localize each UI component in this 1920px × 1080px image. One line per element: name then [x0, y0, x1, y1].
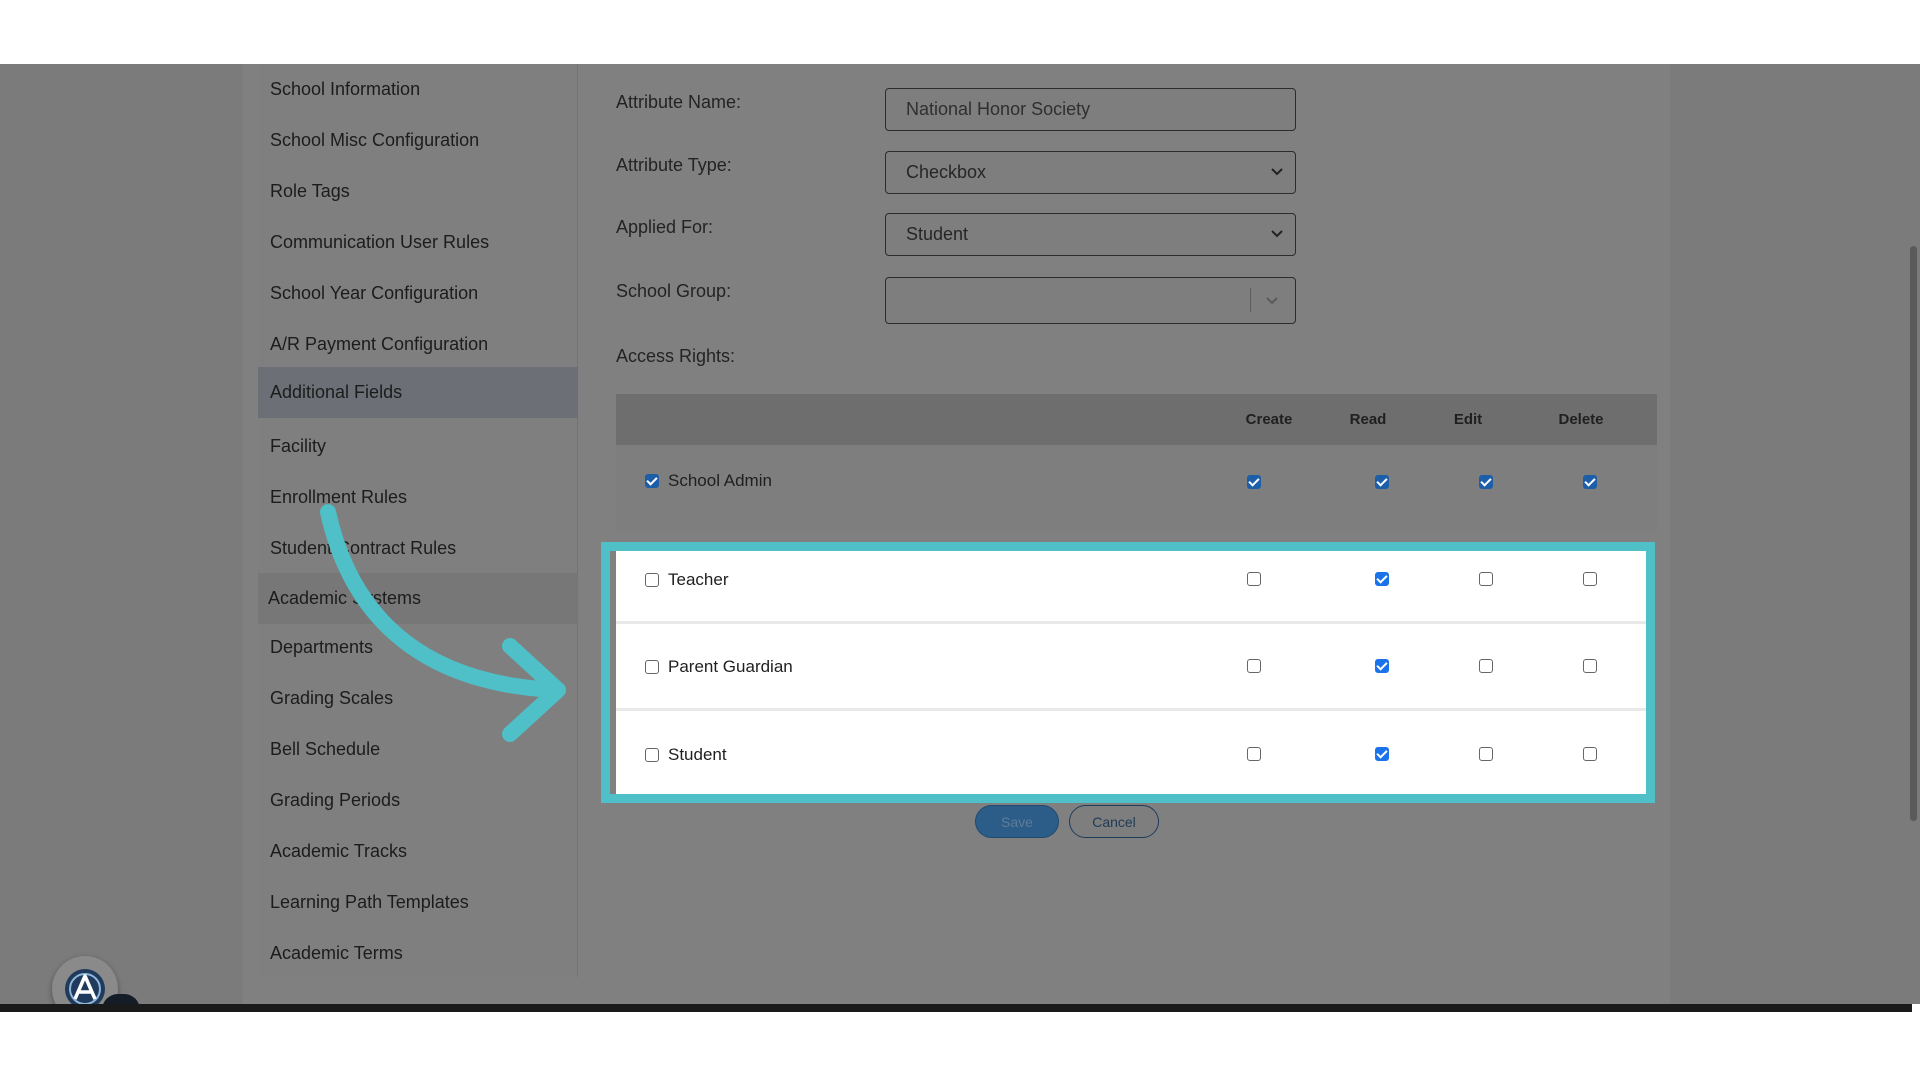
role-select-checkbox[interactable]	[645, 474, 659, 488]
column-header-edit: Edit	[1453, 411, 1483, 428]
combobox-separator	[1250, 288, 1251, 312]
attribute-type-value: Checkbox	[906, 162, 987, 182]
create-checkbox[interactable]	[1247, 659, 1261, 673]
sidebar-item-learning-path-templates[interactable]: Learning Path Templates	[258, 877, 578, 928]
chevron-down-icon	[1271, 168, 1283, 176]
read-checkbox[interactable]	[1375, 659, 1389, 673]
delete-checkbox[interactable]	[1583, 747, 1597, 761]
table-row: Student	[616, 711, 1646, 794]
sidebar-item-role-tags[interactable]: Role Tags	[258, 166, 578, 217]
edit-checkbox[interactable]	[1479, 475, 1493, 489]
access-rights-label: Access Rights:	[616, 346, 736, 366]
sidebar-item-school-year-configuration[interactable]: School Year Configuration	[258, 268, 578, 319]
role-cell: School Admin	[645, 471, 772, 491]
column-header-delete: Delete	[1558, 411, 1604, 428]
column-header-read: Read	[1349, 411, 1387, 428]
attribute-name-label: Attribute Name:	[616, 92, 742, 112]
role-cell: Student	[645, 745, 727, 765]
edit-checkbox[interactable]	[1479, 572, 1493, 586]
sidebar-item-school-misc-configuration[interactable]: School Misc Configuration	[258, 115, 578, 166]
role-cell: Teacher	[645, 570, 728, 590]
role-name: Student	[668, 745, 727, 764]
save-button[interactable]: Save	[975, 805, 1059, 838]
attribute-type-label: Attribute Type:	[616, 155, 732, 175]
applied-for-select[interactable]: Student	[885, 213, 1296, 256]
read-checkbox[interactable]	[1375, 572, 1389, 586]
table-row: School Admin	[616, 445, 1657, 533]
create-checkbox[interactable]	[1247, 475, 1261, 489]
app-frame: School Information School Misc Configura…	[0, 64, 1920, 1004]
role-cell: Parent Guardian	[645, 657, 793, 677]
attribute-name-value: National Honor Society	[906, 99, 1091, 119]
role-name: School Admin	[668, 471, 772, 490]
sidebar-item-academic-terms[interactable]: Academic Terms	[258, 928, 578, 979]
chevron-down-icon	[1271, 230, 1283, 238]
read-checkbox[interactable]	[1375, 475, 1389, 489]
access-table-header: Create Read Edit Delete	[616, 394, 1657, 445]
annotation-arrow-icon	[320, 504, 566, 742]
sidebar-item-additional-fields[interactable]: Additional Fields	[258, 367, 578, 418]
role-name: Parent Guardian	[668, 657, 793, 676]
scrollbar[interactable]	[1910, 246, 1917, 821]
read-checkbox[interactable]	[1375, 747, 1389, 761]
edit-checkbox[interactable]	[1479, 659, 1493, 673]
sidebar-item-grading-periods[interactable]: Grading Periods	[258, 775, 578, 826]
delete-checkbox[interactable]	[1583, 475, 1597, 489]
cancel-button[interactable]: Cancel	[1069, 805, 1159, 838]
create-checkbox[interactable]	[1247, 747, 1261, 761]
create-checkbox[interactable]	[1247, 572, 1261, 586]
delete-checkbox[interactable]	[1583, 659, 1597, 673]
role-select-checkbox[interactable]	[645, 660, 659, 674]
logo-icon	[65, 969, 105, 1004]
sidebar-item-ar-payment-configuration[interactable]: A/R Payment Configuration	[258, 319, 578, 370]
chevron-down-icon[interactable]	[1263, 291, 1281, 309]
sidebar-item-academic-tracks[interactable]: Academic Tracks	[258, 826, 578, 877]
sidebar-item-facility[interactable]: Facility	[258, 421, 578, 472]
delete-checkbox[interactable]	[1583, 572, 1597, 586]
role-select-checkbox[interactable]	[645, 748, 659, 762]
column-header-create: Create	[1245, 411, 1293, 428]
bottom-edge-bar	[0, 1004, 1912, 1012]
attribute-type-select[interactable]: Checkbox	[885, 151, 1296, 194]
school-group-label: School Group:	[616, 281, 732, 301]
school-group-combobox[interactable]	[885, 277, 1296, 324]
role-select-checkbox[interactable]	[645, 573, 659, 587]
attribute-name-field[interactable]: National Honor Society	[885, 88, 1296, 131]
role-name: Teacher	[668, 570, 729, 589]
sidebar-item-school-information[interactable]: School Information	[258, 64, 578, 115]
edit-checkbox[interactable]	[1479, 747, 1493, 761]
table-row: Parent Guardian	[616, 624, 1646, 708]
applied-for-value: Student	[906, 224, 969, 244]
applied-for-label: Applied For:	[616, 217, 714, 237]
sidebar-item-communication-user-rules[interactable]: Communication User Rules	[258, 217, 578, 268]
